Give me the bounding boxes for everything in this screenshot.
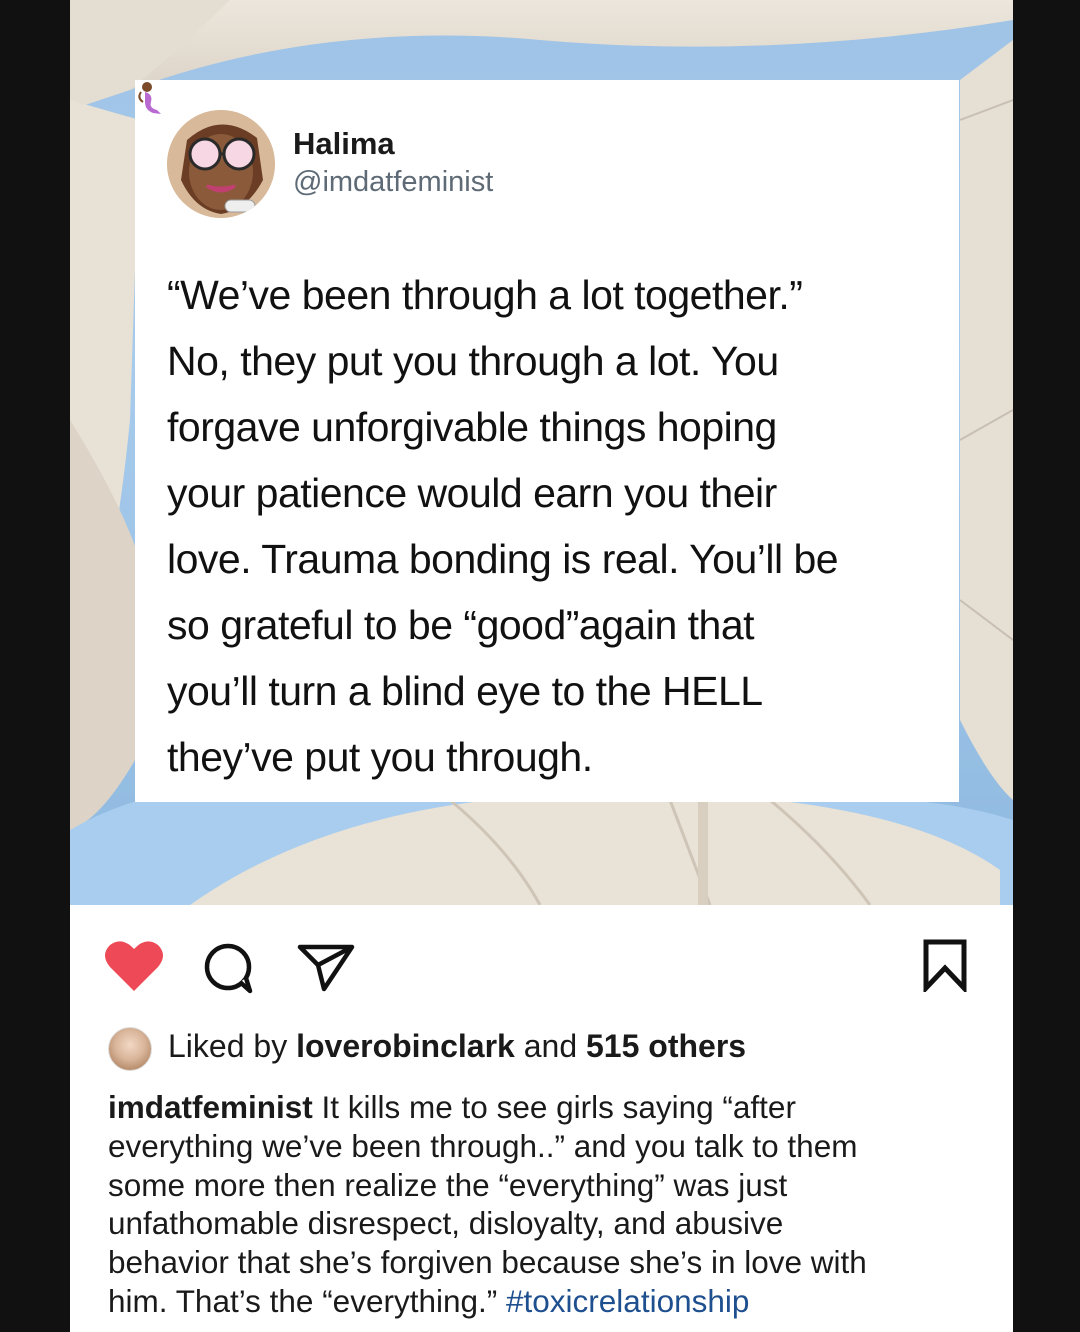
tweet-text: “We’ve been through a lot together.” No,… xyxy=(167,262,937,790)
likes-connector: and xyxy=(523,1028,578,1064)
liker-username[interactable]: loverobinclark xyxy=(296,1028,515,1064)
tweet-card: Halima @imdatfeminist “We’ve been throug… xyxy=(135,80,959,802)
post-caption: imdatfeminist It kills me to see girls s… xyxy=(108,1088,978,1321)
tweet-line: your patience would earn you their xyxy=(167,470,777,516)
tweet-line: No, they put you through a lot. You xyxy=(167,338,779,384)
avatar-illustration xyxy=(167,110,275,218)
tweet-line: you’ll turn a blind eye to the HELL xyxy=(167,668,763,714)
caption-line: some more then realize the “everything” … xyxy=(108,1166,788,1203)
post-image[interactable]: Halima @imdatfeminist “We’ve been throug… xyxy=(70,0,1013,905)
instagram-post: Halima @imdatfeminist “We’ve been throug… xyxy=(70,0,1013,1332)
heart-icon[interactable] xyxy=(104,939,164,993)
mermaid-emoji-icon xyxy=(138,82,161,114)
likes-text: Liked by loverobinclark and 515 others xyxy=(168,1028,746,1065)
comment-icon[interactable] xyxy=(202,942,256,994)
tweet-line: “We’ve been through a lot together.” xyxy=(167,272,803,318)
bookmark-icon[interactable] xyxy=(920,938,970,992)
tweet-avatar[interactable] xyxy=(167,110,275,218)
caption-line: behavior that she’s forgiven because she… xyxy=(108,1244,867,1281)
hashtag-link[interactable]: #toxicrelationship xyxy=(506,1283,749,1319)
likes-prefix: Liked by xyxy=(168,1028,288,1064)
caption-text: It kills me to see girls saying “after xyxy=(312,1089,796,1125)
caption-text: him. That’s the “everything.” xyxy=(108,1282,507,1319)
caption-line: everything we’ve been through..” and you… xyxy=(108,1127,858,1164)
caption-username[interactable]: imdatfeminist xyxy=(108,1089,313,1125)
tweet-line: so grateful to be “good”again that xyxy=(167,602,755,648)
tweet-line: forgave unforgivable things hoping xyxy=(167,404,777,450)
tweet-line: love. Trauma bonding is real. You’ll be xyxy=(167,536,839,582)
tweet-display-name[interactable]: Halima xyxy=(293,126,395,162)
caption-line: imdatfeminist It kills me to see girls s… xyxy=(108,1088,978,1127)
tweet-handle[interactable]: @imdatfeminist xyxy=(293,166,493,199)
caption-line: him. That’s the “everything.” #toxicrela… xyxy=(108,1282,978,1321)
likes-summary[interactable]: Liked by loverobinclark and 515 others xyxy=(108,1024,968,1071)
liker-avatar[interactable] xyxy=(108,1027,152,1071)
tweet-line: they’ve put you through. xyxy=(167,734,593,780)
action-bar xyxy=(70,905,1013,1025)
caption-line: unfathomable disrespect, disloyalty, and… xyxy=(108,1205,784,1242)
likes-others[interactable]: 515 others xyxy=(586,1028,746,1064)
send-icon[interactable] xyxy=(296,943,356,993)
